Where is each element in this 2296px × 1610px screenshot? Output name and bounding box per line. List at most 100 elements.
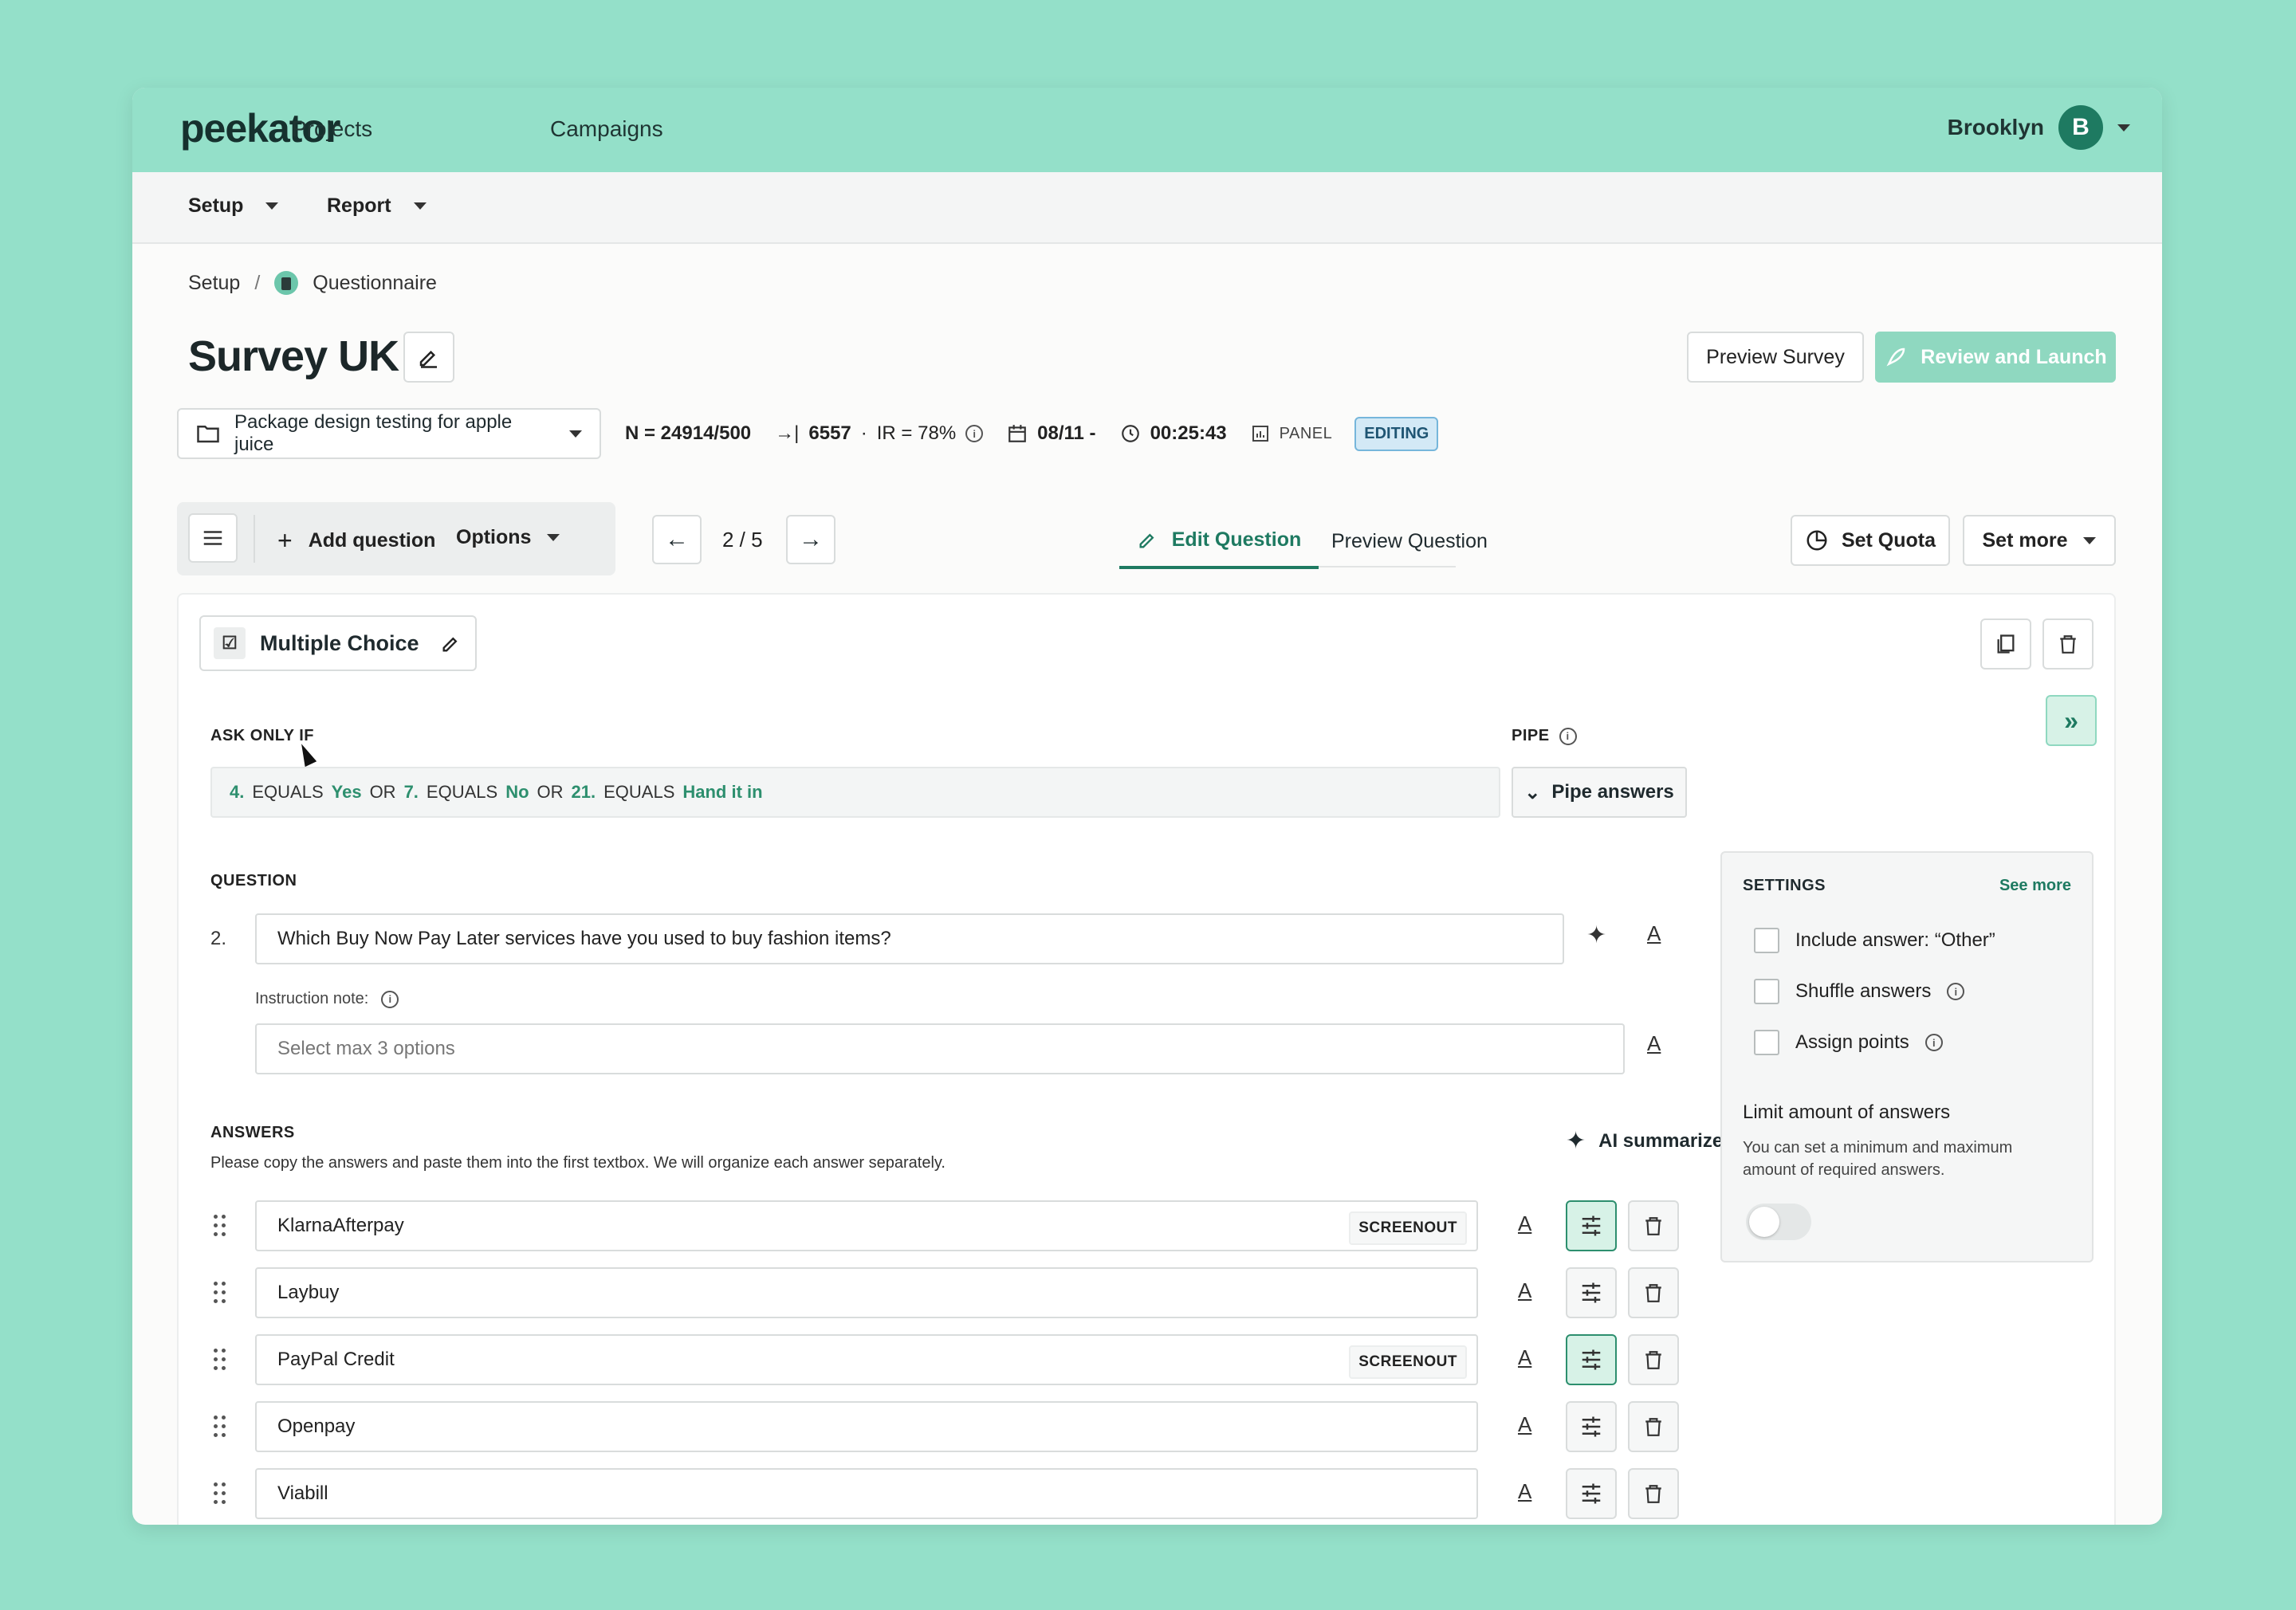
- questionnaire-icon: [274, 271, 299, 295]
- review-launch-button[interactable]: Review and Launch: [1875, 332, 2116, 383]
- ask-only-if-label: ASK ONLY IF: [210, 727, 314, 744]
- pencil-icon: [442, 637, 458, 652]
- condition-value: No: [505, 782, 529, 802]
- set-quota-button[interactable]: Set Quota: [1791, 515, 1950, 566]
- condition-box[interactable]: 4. EQUALS Yes OR 7. EQUALS No OR 21. EQU…: [210, 767, 1500, 818]
- answer-text: Openpay: [277, 1416, 356, 1437]
- sliders-icon: [1582, 1215, 1601, 1236]
- answer-logic-button[interactable]: [1566, 1468, 1617, 1519]
- chart-icon: [1252, 426, 1268, 442]
- set-more-dropdown[interactable]: Set more: [1963, 515, 2116, 566]
- prev-question-button[interactable]: ←: [652, 515, 702, 564]
- delete-answer-button[interactable]: [1628, 1267, 1679, 1318]
- condition-question-num: 7.: [403, 782, 419, 802]
- answer-input[interactable]: KlarnaAfterpay SCREENOUT: [255, 1200, 1478, 1251]
- setup-menu[interactable]: Setup: [188, 194, 279, 218]
- info-icon[interactable]: i: [381, 990, 399, 1008]
- project-select[interactable]: Package design testing for apple juice: [177, 408, 601, 459]
- drag-handle-icon[interactable]: [210, 1215, 230, 1237]
- tab-edit-label: Edit Question: [1171, 528, 1302, 551]
- expand-settings-button[interactable]: »: [2046, 695, 2097, 746]
- menu-icon: [203, 531, 222, 545]
- avatar: B: [2058, 105, 2103, 150]
- question-type-selector[interactable]: ☑ Multiple Choice: [199, 615, 477, 671]
- shuffle-answers-checkbox[interactable]: [1754, 979, 1779, 1004]
- delete-answer-button[interactable]: [1628, 1468, 1679, 1519]
- answer-row: Viabill A: [210, 1468, 1709, 1519]
- trash-icon: [1645, 1284, 1661, 1302]
- nav-projects[interactable]: Projects: [292, 116, 372, 142]
- condition-join: OR: [369, 782, 396, 802]
- info-icon[interactable]: i: [1947, 983, 1965, 1000]
- pie-chart-icon: [1807, 530, 1827, 551]
- drag-handle-icon[interactable]: [210, 1349, 230, 1371]
- instruction-note-label-text: Instruction note:: [255, 990, 369, 1007]
- delete-answer-button[interactable]: [1628, 1401, 1679, 1452]
- duplicate-button[interactable]: [1980, 618, 2031, 670]
- answer-logic-button[interactable]: [1566, 1401, 1617, 1452]
- sparkles-icon[interactable]: ✦: [1586, 921, 1606, 949]
- pipe-answers-button[interactable]: ⌄ Pipe answers: [1512, 767, 1687, 818]
- condition-join: OR: [537, 782, 564, 802]
- nav-campaigns[interactable]: Campaigns: [550, 116, 663, 142]
- text-format-icon[interactable]: A: [1518, 1412, 1531, 1437]
- include-other-checkbox[interactable]: [1754, 928, 1779, 953]
- delete-answer-button[interactable]: [1628, 1200, 1679, 1251]
- clock-icon: [1121, 425, 1139, 442]
- shuffle-answers-option[interactable]: Shuffle answers i: [1754, 979, 1965, 1004]
- drag-handle-icon[interactable]: [210, 1482, 230, 1505]
- answer-row: KlarnaAfterpay SCREENOUT A: [210, 1200, 1709, 1251]
- info-icon[interactable]: i: [965, 425, 984, 442]
- text-format-icon[interactable]: A: [1518, 1345, 1531, 1370]
- answer-input[interactable]: Laybuy: [255, 1267, 1478, 1318]
- user-menu[interactable]: Brooklyn B: [1948, 105, 2130, 150]
- answer-logic-button[interactable]: [1566, 1200, 1617, 1251]
- text-format-icon[interactable]: A: [1518, 1278, 1531, 1303]
- see-more-link[interactable]: See more: [1999, 877, 2071, 895]
- settings-title: SETTINGS: [1743, 877, 1826, 894]
- assign-points-option[interactable]: Assign points i: [1754, 1030, 1943, 1055]
- add-question-button[interactable]: + Add question: [277, 526, 435, 556]
- text-format-icon[interactable]: A: [1647, 921, 1661, 946]
- question-text-input[interactable]: Which Buy Now Pay Later services have yo…: [255, 913, 1564, 964]
- answer-input[interactable]: PayPal Credit SCREENOUT: [255, 1334, 1478, 1385]
- completes-value: 6557: [808, 422, 851, 444]
- breadcrumb-setup[interactable]: Setup: [188, 272, 240, 295]
- include-other-option[interactable]: Include answer: “Other”: [1754, 928, 1995, 953]
- setup-menu-label: Setup: [188, 194, 244, 217]
- add-question-label: Add question: [308, 529, 436, 552]
- answer-row: Laybuy A: [210, 1267, 1709, 1318]
- info-icon[interactable]: i: [1924, 1034, 1943, 1051]
- info-icon[interactable]: i: [1559, 727, 1577, 745]
- answer-input[interactable]: Openpay: [255, 1401, 1478, 1452]
- edit-title-button[interactable]: [403, 332, 454, 383]
- page-indicator: 2 / 5: [722, 528, 763, 552]
- drag-handle-icon[interactable]: [210, 1416, 230, 1438]
- instruction-note-input[interactable]: Select max 3 options: [255, 1023, 1625, 1074]
- options-dropdown[interactable]: Options: [456, 526, 560, 549]
- answer-logic-button[interactable]: [1566, 1334, 1617, 1385]
- next-question-button[interactable]: →: [786, 515, 835, 564]
- tab-preview-question[interactable]: Preview Question: [1331, 513, 1488, 569]
- text-format-icon[interactable]: A: [1518, 1211, 1531, 1236]
- tab-edit-question[interactable]: Edit Question: [1119, 513, 1319, 569]
- date-value: 08/11 -: [1037, 422, 1096, 444]
- copy-icon: [1997, 634, 2015, 654]
- preview-survey-button[interactable]: Preview Survey: [1687, 332, 1864, 383]
- review-launch-label: Review and Launch: [1921, 345, 2107, 368]
- delete-question-button[interactable]: [2042, 618, 2094, 670]
- question-list-button[interactable]: [188, 513, 238, 563]
- text-format-icon[interactable]: A: [1518, 1479, 1531, 1504]
- duration-value: 00:25:43: [1150, 422, 1227, 444]
- assign-points-checkbox[interactable]: [1754, 1030, 1779, 1055]
- delete-answer-button[interactable]: [1628, 1334, 1679, 1385]
- answer-logic-button[interactable]: [1566, 1267, 1617, 1318]
- drag-handle-icon[interactable]: [210, 1282, 230, 1304]
- answer-text: PayPal Credit: [277, 1349, 395, 1370]
- report-menu[interactable]: Report: [327, 194, 427, 218]
- answers-hint: Please copy the answers and paste them i…: [210, 1154, 946, 1172]
- answer-input[interactable]: Viabill: [255, 1468, 1478, 1519]
- sample-size-value: N = 24914/500: [625, 422, 752, 444]
- limit-answers-toggle[interactable]: [1746, 1204, 1811, 1240]
- text-format-icon[interactable]: A: [1647, 1031, 1661, 1056]
